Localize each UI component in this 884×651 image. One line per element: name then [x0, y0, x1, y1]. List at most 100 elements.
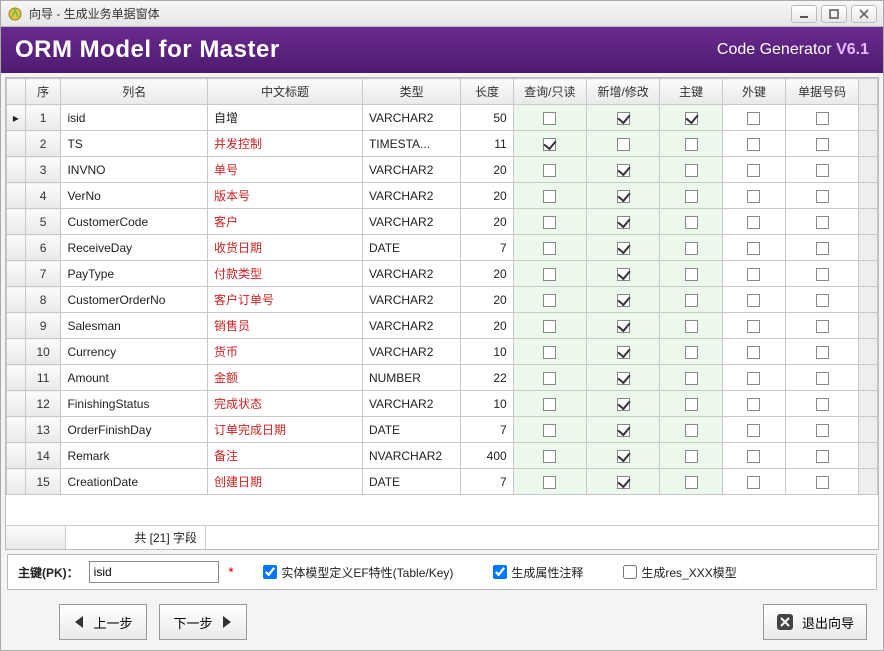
- cell-pk[interactable]: [660, 157, 723, 183]
- col-docno[interactable]: 单据号码: [785, 79, 858, 105]
- cell-pk[interactable]: [660, 417, 723, 443]
- checkbox-cell[interactable]: [747, 268, 760, 281]
- checkbox-cell[interactable]: [685, 398, 698, 411]
- table-row[interactable]: 12FinishingStatus完成状态VARCHAR210: [7, 391, 878, 417]
- cell-pk[interactable]: [660, 261, 723, 287]
- cell-docno[interactable]: [785, 365, 858, 391]
- checkbox-cell[interactable]: [685, 190, 698, 203]
- cell-name[interactable]: CustomerCode: [61, 209, 208, 235]
- cell-name[interactable]: PayType: [61, 261, 208, 287]
- cell-cn[interactable]: 并发控制: [208, 131, 363, 157]
- checkbox-cell[interactable]: [816, 138, 829, 151]
- cell-len[interactable]: 20: [461, 209, 513, 235]
- cell-fk[interactable]: [723, 209, 786, 235]
- cell-name[interactable]: isid: [61, 105, 208, 131]
- cell-cn[interactable]: 版本号: [208, 183, 363, 209]
- cell-query[interactable]: [513, 209, 586, 235]
- cell-query[interactable]: [513, 287, 586, 313]
- cell-cn[interactable]: 完成状态: [208, 391, 363, 417]
- cell-len[interactable]: 22: [461, 365, 513, 391]
- cell-docno[interactable]: [785, 157, 858, 183]
- checkbox-cell[interactable]: [543, 398, 556, 411]
- cell-pk[interactable]: [660, 469, 723, 495]
- cell-name[interactable]: FinishingStatus: [61, 391, 208, 417]
- checkbox-cell[interactable]: [816, 268, 829, 281]
- checkbox-cell[interactable]: [685, 450, 698, 463]
- cell-fk[interactable]: [723, 365, 786, 391]
- col-cn[interactable]: 中文标题: [208, 79, 363, 105]
- cell-addedit[interactable]: [586, 339, 659, 365]
- cell-query[interactable]: [513, 131, 586, 157]
- col-query[interactable]: 查询/只读: [513, 79, 586, 105]
- checkbox-cell[interactable]: [685, 138, 698, 151]
- table-row[interactable]: 2TS并发控制TIMESTA...11: [7, 131, 878, 157]
- cell-len[interactable]: 400: [461, 443, 513, 469]
- cell-addedit[interactable]: [586, 105, 659, 131]
- cell-type[interactable]: VARCHAR2: [362, 105, 460, 131]
- cell-docno[interactable]: [785, 391, 858, 417]
- cell-query[interactable]: [513, 417, 586, 443]
- checkbox-cell[interactable]: [685, 268, 698, 281]
- checkbox-cell[interactable]: [747, 112, 760, 125]
- cell-len[interactable]: 20: [461, 313, 513, 339]
- checkbox-cell[interactable]: [816, 320, 829, 333]
- cell-len[interactable]: 7: [461, 417, 513, 443]
- table-row[interactable]: 4VerNo版本号VARCHAR220: [7, 183, 878, 209]
- checkbox-cell[interactable]: [747, 242, 760, 255]
- cell-len[interactable]: 20: [461, 287, 513, 313]
- cell-addedit[interactable]: [586, 365, 659, 391]
- checkbox-cell[interactable]: [816, 164, 829, 177]
- cell-pk[interactable]: [660, 313, 723, 339]
- cell-addedit[interactable]: [586, 469, 659, 495]
- cell-fk[interactable]: [723, 469, 786, 495]
- checkbox-cell[interactable]: [816, 346, 829, 359]
- minimize-button[interactable]: [791, 5, 817, 23]
- checkbox-cell[interactable]: [685, 112, 698, 125]
- cell-fk[interactable]: [723, 417, 786, 443]
- checkbox-cell[interactable]: [617, 450, 630, 463]
- col-name[interactable]: 列名: [61, 79, 208, 105]
- checkbox-cell[interactable]: [543, 112, 556, 125]
- cell-query[interactable]: [513, 105, 586, 131]
- table-row[interactable]: 3INVNO单号VARCHAR220: [7, 157, 878, 183]
- cell-docno[interactable]: [785, 443, 858, 469]
- cell-query[interactable]: [513, 391, 586, 417]
- cell-addedit[interactable]: [586, 287, 659, 313]
- checkbox-cell[interactable]: [617, 190, 630, 203]
- col-seq[interactable]: 序: [25, 79, 61, 105]
- cell-len[interactable]: 20: [461, 183, 513, 209]
- checkbox-cell[interactable]: [816, 294, 829, 307]
- cell-name[interactable]: CustomerOrderNo: [61, 287, 208, 313]
- checkbox-cell[interactable]: [747, 372, 760, 385]
- checkbox-cell[interactable]: [747, 190, 760, 203]
- checkbox-cell[interactable]: [685, 294, 698, 307]
- checkbox-cell[interactable]: [816, 242, 829, 255]
- checkbox-cell[interactable]: [747, 138, 760, 151]
- cell-addedit[interactable]: [586, 261, 659, 287]
- col-addedit[interactable]: 新增/修改: [586, 79, 659, 105]
- cell-addedit[interactable]: [586, 209, 659, 235]
- checkbox-cell[interactable]: [685, 216, 698, 229]
- cell-cn[interactable]: 客户订单号: [208, 287, 363, 313]
- cell-pk[interactable]: [660, 131, 723, 157]
- data-grid[interactable]: 序 列名 中文标题 类型 长度 查询/只读 新增/修改 主键 外键 单据号码 ▸…: [6, 78, 878, 525]
- opt-comment[interactable]: 生成属性注释: [493, 564, 583, 581]
- cell-fk[interactable]: [723, 391, 786, 417]
- cell-name[interactable]: Salesman: [61, 313, 208, 339]
- table-row[interactable]: 13OrderFinishDay订单完成日期DATE7: [7, 417, 878, 443]
- cell-cn[interactable]: 销售员: [208, 313, 363, 339]
- checkbox-cell[interactable]: [617, 164, 630, 177]
- cell-name[interactable]: OrderFinishDay: [61, 417, 208, 443]
- checkbox-cell[interactable]: [747, 294, 760, 307]
- cell-cn[interactable]: 自增: [208, 105, 363, 131]
- checkbox-cell[interactable]: [617, 398, 630, 411]
- cell-type[interactable]: VARCHAR2: [362, 313, 460, 339]
- checkbox-cell[interactable]: [816, 190, 829, 203]
- checkbox-cell[interactable]: [543, 476, 556, 489]
- cell-cn[interactable]: 付款类型: [208, 261, 363, 287]
- cell-type[interactable]: VARCHAR2: [362, 287, 460, 313]
- checkbox-cell[interactable]: [747, 216, 760, 229]
- cell-docno[interactable]: [785, 287, 858, 313]
- cell-name[interactable]: ReceiveDay: [61, 235, 208, 261]
- checkbox-cell[interactable]: [543, 450, 556, 463]
